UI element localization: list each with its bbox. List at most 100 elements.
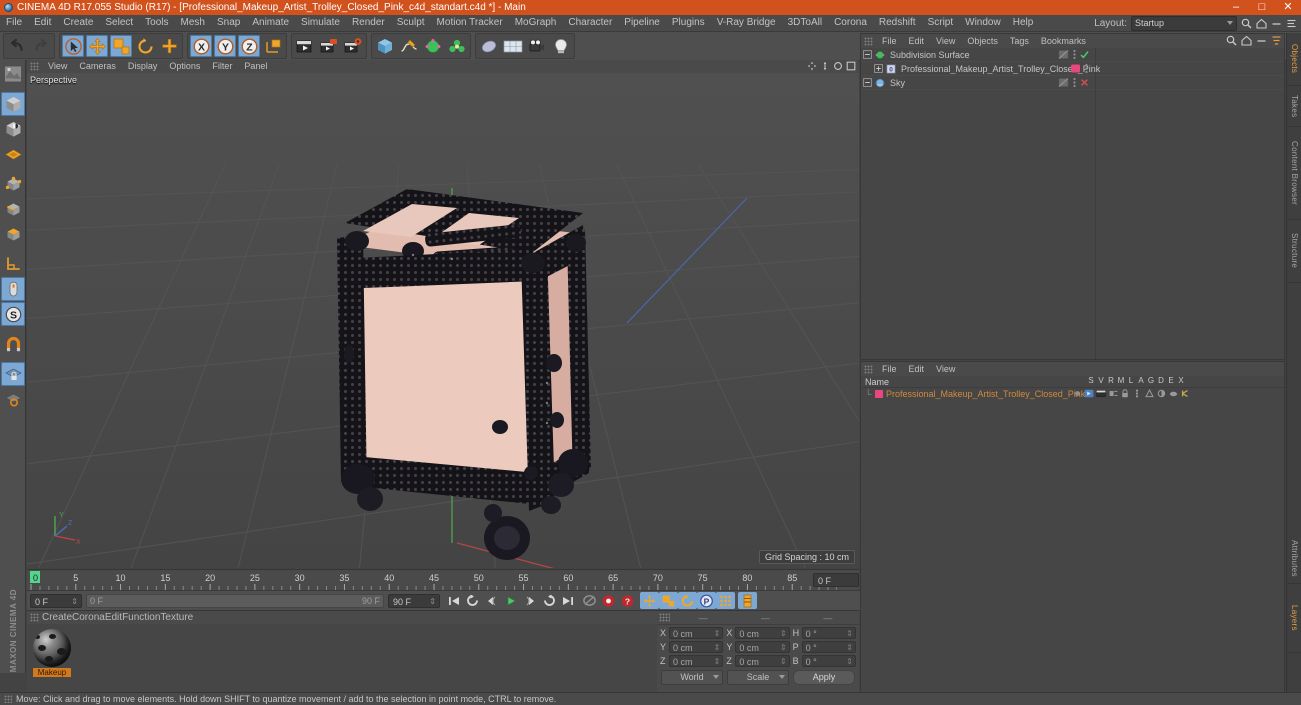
menu-item-view[interactable]: View bbox=[930, 362, 961, 376]
menu-item-view[interactable]: View bbox=[930, 34, 961, 48]
start-frame-field[interactable]: 0 F ⇕ bbox=[30, 593, 82, 608]
menu-item-sculpt[interactable]: Sculpt bbox=[391, 15, 431, 31]
minimize-button[interactable]: – bbox=[1223, 0, 1249, 15]
menu-item-edit[interactable]: Edit bbox=[903, 362, 931, 376]
menu-item-tags[interactable]: Tags bbox=[1004, 34, 1035, 48]
coordinate-system-dropdown[interactable]: World bbox=[661, 670, 723, 685]
stepper-icon[interactable]: ⇕ bbox=[714, 657, 721, 666]
menu-item-pipeline[interactable]: Pipeline bbox=[618, 15, 666, 31]
menu-item-cameras[interactable]: Cameras bbox=[73, 60, 122, 73]
layer-column-e[interactable]: E bbox=[1166, 376, 1176, 385]
add-spline-button[interactable] bbox=[398, 35, 420, 57]
position-y-field[interactable]: 0 cm ⇕ bbox=[669, 640, 724, 653]
pan-view-icon[interactable] bbox=[807, 61, 817, 71]
menu-item-3dtoall[interactable]: 3DToAll bbox=[782, 15, 828, 31]
key-scale-button[interactable] bbox=[659, 592, 678, 609]
maximize-viewport-icon[interactable] bbox=[846, 61, 856, 71]
menu-item-tools[interactable]: Tools bbox=[139, 15, 174, 31]
add-cube-primitive-button[interactable] bbox=[374, 35, 396, 57]
axis-mode-button[interactable] bbox=[1, 252, 25, 276]
menu-item-file[interactable]: File bbox=[0, 15, 28, 31]
collapse-icon[interactable] bbox=[1256, 35, 1267, 46]
position-x-field[interactable]: 0 cm ⇕ bbox=[669, 626, 724, 639]
vtab-takes[interactable]: Takes bbox=[1287, 86, 1301, 127]
menu-item-objects[interactable]: Objects bbox=[961, 34, 1004, 48]
panel-grip-icon[interactable] bbox=[30, 613, 39, 622]
add-point-tool[interactable] bbox=[158, 35, 180, 57]
visibility-dots-icon[interactable] bbox=[1072, 77, 1077, 90]
object-row[interactable]: Subdivision Surface bbox=[861, 48, 1284, 62]
stepper-icon[interactable]: ⇕ bbox=[846, 629, 853, 638]
menu-item-window[interactable]: Window bbox=[959, 15, 1007, 31]
key-position-button[interactable] bbox=[640, 592, 659, 609]
zoom-view-icon[interactable] bbox=[820, 61, 830, 71]
lock-workplane-button[interactable] bbox=[1, 362, 25, 386]
vtab-layers[interactable]: Layers bbox=[1287, 584, 1301, 653]
menu-item-character[interactable]: Character bbox=[562, 15, 618, 31]
disabled-cross-icon[interactable] bbox=[1080, 78, 1089, 89]
menu-item-edit[interactable]: Edit bbox=[28, 15, 57, 31]
xref-icon[interactable] bbox=[1180, 389, 1190, 398]
stepper-icon[interactable]: ⇕ bbox=[71, 597, 78, 607]
menu-item-help[interactable]: Help bbox=[1007, 15, 1040, 31]
menu-item-motion-tracker[interactable]: Motion Tracker bbox=[431, 15, 509, 31]
timeline-scrubber[interactable]: 0 F 90 F bbox=[86, 593, 384, 608]
stepper-icon[interactable]: ⇕ bbox=[780, 629, 787, 638]
stepper-icon[interactable]: ⇕ bbox=[780, 643, 787, 652]
object-manager-tree[interactable]: Subdivision Surface 0 Professional_Makeup_… bbox=[861, 48, 1284, 359]
rotation-h-field[interactable]: 0 ° ⇕ bbox=[801, 626, 856, 639]
menu-item-mograph[interactable]: MoGraph bbox=[509, 15, 563, 31]
layer-column-d[interactable]: D bbox=[1156, 376, 1166, 385]
lock-y-axis-button[interactable]: Y bbox=[214, 35, 236, 57]
search-icon[interactable] bbox=[1226, 35, 1237, 46]
stepper-icon[interactable]: ⇕ bbox=[429, 597, 436, 607]
render-view-button[interactable] bbox=[294, 35, 316, 57]
search-icon[interactable] bbox=[1241, 18, 1252, 29]
dope-sheet-button[interactable] bbox=[738, 592, 757, 609]
layer-column-r[interactable]: R bbox=[1106, 376, 1116, 385]
menu-item-mesh[interactable]: Mesh bbox=[175, 15, 211, 31]
filter-list-icon[interactable] bbox=[1271, 35, 1282, 46]
menu-item-edit[interactable]: Edit bbox=[105, 612, 122, 623]
texture-axis-mode-button[interactable] bbox=[1, 142, 25, 166]
add-deformer-button[interactable] bbox=[446, 35, 468, 57]
layer-row[interactable]: └ Professional_Makeup_Artist_Trolley_Clos… bbox=[861, 388, 1284, 400]
menu-item-corona[interactable]: Corona bbox=[72, 612, 105, 623]
layer-column-m[interactable]: M bbox=[1116, 376, 1126, 385]
visibility-toggle-icon[interactable] bbox=[1058, 77, 1069, 90]
add-floor-button[interactable] bbox=[502, 35, 524, 57]
menu-item-redshift[interactable]: Redshift bbox=[873, 15, 922, 31]
layer-color-swatch[interactable] bbox=[875, 390, 883, 398]
redo-button[interactable] bbox=[30, 35, 52, 57]
animation-icon[interactable] bbox=[1132, 389, 1142, 398]
view-icon[interactable] bbox=[1084, 389, 1094, 398]
menu-item-snap[interactable]: Snap bbox=[211, 15, 246, 31]
home-icon[interactable] bbox=[1256, 18, 1267, 29]
menu-item-texture[interactable]: Texture bbox=[160, 612, 193, 623]
menu-item-file[interactable]: File bbox=[876, 34, 903, 48]
texture-tool-button[interactable] bbox=[1, 62, 25, 86]
menu-list-icon[interactable] bbox=[1286, 18, 1297, 29]
size-z-field[interactable]: 0 cm ⇕ bbox=[735, 654, 790, 667]
menu-item-v-ray-bridge[interactable]: V-Ray Bridge bbox=[711, 15, 782, 31]
panel-grip-icon[interactable] bbox=[30, 62, 39, 71]
menu-item-render[interactable]: Render bbox=[346, 15, 391, 31]
rotation-b-field[interactable]: 0 ° ⇕ bbox=[801, 654, 856, 667]
autokey-toggle-button[interactable] bbox=[580, 592, 599, 609]
render-settings-button[interactable] bbox=[342, 35, 364, 57]
maximize-button[interactable]: □ bbox=[1249, 0, 1275, 15]
scale-tool[interactable] bbox=[110, 35, 132, 57]
expand-toggle-icon[interactable] bbox=[863, 48, 872, 61]
manager-icon[interactable] bbox=[1108, 389, 1118, 398]
rotate-view-icon[interactable] bbox=[833, 61, 843, 71]
material-tag-icon[interactable] bbox=[1070, 63, 1081, 76]
layer-column-v[interactable]: V bbox=[1096, 376, 1106, 385]
lock-x-axis-button[interactable]: X bbox=[190, 35, 212, 57]
timeline-ruler[interactable]: 051015202530354045505560657075808590 bbox=[27, 570, 837, 591]
menu-item-file[interactable]: File bbox=[876, 362, 903, 376]
menu-item-options[interactable]: Options bbox=[163, 60, 206, 73]
key-pla-button[interactable] bbox=[716, 592, 735, 609]
enabled-check-icon[interactable] bbox=[1080, 50, 1089, 61]
solo-dot-icon[interactable] bbox=[1072, 389, 1082, 398]
viewport-3d[interactable]: Perspective Y X Z Grid Spacing: 10 cm bbox=[27, 73, 859, 568]
